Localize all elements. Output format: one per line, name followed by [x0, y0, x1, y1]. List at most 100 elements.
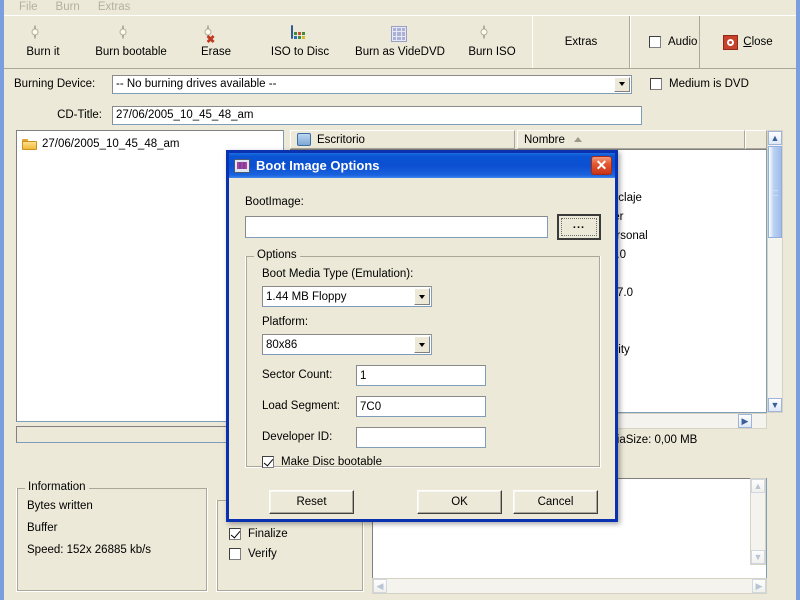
- make-bootable-label: Make Disc bootable: [281, 456, 382, 468]
- lower-list-horizontal-scrollbar[interactable]: ◀ ▶: [372, 578, 767, 594]
- sector-count-value: 1: [360, 369, 367, 382]
- toolbar-button-label: Burn it: [26, 46, 60, 58]
- developer-id-label: Developer ID:: [262, 431, 333, 443]
- boot-image-icon: [234, 158, 250, 173]
- scroll-down-button[interactable]: ▼: [768, 398, 782, 412]
- chevron-down-icon[interactable]: [414, 288, 430, 305]
- toolbar-button-erase[interactable]: ✖ Erase: [180, 16, 252, 68]
- scroll-left-button[interactable]: ◀: [373, 579, 387, 593]
- load-segment-label: Load Segment:: [262, 400, 341, 412]
- toolbar-button-label: Burn as VideDVD: [355, 46, 445, 58]
- checkbox-row-finalize[interactable]: Finalize: [229, 528, 338, 540]
- load-segment-input[interactable]: 7C0: [356, 396, 486, 417]
- cancel-button-label: Cancel: [537, 496, 574, 508]
- silver-disc-icon: [122, 25, 140, 44]
- toolbar-button-burn-iso[interactable]: Burn ISO: [452, 16, 532, 68]
- toolbar-button-label: ISO to Disc: [270, 46, 330, 58]
- scroll-thumb[interactable]: [768, 146, 782, 238]
- list-item[interactable]: ersonal: [605, 226, 765, 245]
- application-window: File Burn Extras Burn it Burn bootable ✖…: [0, 0, 800, 600]
- toolbar-button-burn-bootable[interactable]: Burn bootable: [82, 16, 180, 68]
- browser-column-header-nombre[interactable]: Nombre: [517, 130, 745, 149]
- scroll-right-button[interactable]: ▶: [752, 579, 766, 593]
- cancel-button[interactable]: Cancel: [513, 490, 598, 514]
- menu-item-extras[interactable]: Extras: [89, 0, 140, 15]
- boot-media-type-value: 1.44 MB Floppy: [266, 290, 347, 303]
- audio-checkbox-row[interactable]: Audio: [630, 16, 699, 68]
- browser-vertical-scrollbar[interactable]: ▲ ▼: [767, 130, 783, 413]
- list-item[interactable]: d: [605, 169, 765, 188]
- developer-id-input[interactable]: [356, 427, 486, 448]
- list-item[interactable]: r 7.0: [605, 283, 765, 302]
- dialog-close-button[interactable]: ✕: [591, 156, 612, 175]
- finalize-label: Finalize: [248, 528, 288, 540]
- erase-disc-icon: ✖: [206, 25, 225, 46]
- make-bootable-row[interactable]: Make Disc bootable: [262, 456, 382, 468]
- media-size-status: ediaSize: 0,00 MB: [604, 434, 698, 446]
- medium-is-dvd-checkbox[interactable]: [650, 78, 662, 90]
- verify-label: Verify: [248, 548, 277, 560]
- information-title: Information: [25, 481, 89, 493]
- scroll-up-button[interactable]: ▲: [751, 479, 765, 493]
- platform-label: Platform:: [262, 316, 309, 328]
- chevron-down-icon[interactable]: [614, 76, 630, 92]
- boot-image-input[interactable]: [245, 216, 548, 238]
- toolbar-button-burn-as-videdvd[interactable]: Burn as VideDVD: [348, 16, 452, 68]
- cd-title-input[interactable]: 27/06/2005_10_45_48_am: [112, 105, 642, 125]
- scroll-up-button[interactable]: ▲: [768, 131, 782, 145]
- menu-item-file[interactable]: File: [10, 0, 47, 15]
- toolbar-button-iso-to-disc[interactable]: ISO to Disc: [252, 16, 348, 68]
- audio-checkbox[interactable]: [649, 36, 661, 48]
- toolbar-button-label: Burn ISO: [468, 46, 516, 58]
- list-item[interactable]: [605, 264, 765, 283]
- browse-button[interactable]: ...: [557, 214, 601, 240]
- platform-value: 80x86: [266, 338, 298, 351]
- chevron-down-icon[interactable]: [414, 336, 430, 353]
- ok-button[interactable]: OK: [417, 490, 502, 514]
- toolbar-button-label: Erase: [200, 46, 232, 58]
- browser-path-bar[interactable]: Escritorio: [290, 130, 515, 149]
- make-bootable-checkbox[interactable]: [262, 456, 274, 468]
- medium-is-dvd-label: Medium is DVD: [669, 78, 749, 90]
- finalize-checkbox[interactable]: [229, 528, 241, 540]
- close-button[interactable]: Close: [699, 16, 796, 68]
- grid-icon: [391, 26, 409, 44]
- list-item[interactable]: s: [605, 150, 765, 169]
- list-item[interactable]: ter: [605, 207, 765, 226]
- platform-select[interactable]: 80x86: [262, 334, 432, 355]
- boot-image-label: BootImage:: [245, 196, 304, 208]
- burning-device-row: Burning Device: -- No burning drives ava…: [4, 74, 796, 94]
- cd-title-row: CD-Title: 27/06/2005_10_45_48_am: [4, 105, 796, 125]
- tree-item-label: 27/06/2005_10_45_48_am: [42, 137, 180, 150]
- burning-device-value: -- No burning drives available --: [116, 78, 277, 90]
- options-group-label: Options: [254, 249, 300, 261]
- burning-device-select[interactable]: -- No burning drives available --: [112, 74, 632, 94]
- sector-count-input[interactable]: 1: [356, 365, 486, 386]
- toolbar: Burn it Burn bootable ✖ Erase ISO to Dis…: [4, 15, 796, 69]
- desktop-icon: [297, 133, 311, 146]
- verify-checkbox[interactable]: [229, 548, 241, 560]
- scroll-right-button[interactable]: ▶: [738, 414, 752, 428]
- menu-item-burn[interactable]: Burn: [47, 0, 89, 15]
- reset-button[interactable]: Reset: [269, 490, 354, 514]
- browser-column-header-spare[interactable]: [745, 130, 767, 149]
- list-item[interactable]: ciclaje: [605, 188, 765, 207]
- information-line: Bytes written: [27, 500, 93, 512]
- dialog-titlebar[interactable]: Boot Image Options ✕: [229, 153, 615, 178]
- boot-image-options-dialog[interactable]: Boot Image Options ✕ BootImage: ... Opti…: [226, 150, 618, 522]
- lower-list-vertical-scrollbar[interactable]: ▲ ▼: [750, 478, 766, 565]
- audio-label: Audio: [668, 36, 698, 48]
- boot-media-type-select[interactable]: 1.44 MB Floppy: [262, 286, 432, 307]
- list-item[interactable]: [605, 302, 765, 321]
- scroll-down-button[interactable]: ▼: [751, 550, 765, 564]
- checkbox-row-verify[interactable]: Verify: [229, 548, 338, 560]
- list-item[interactable]: [605, 321, 765, 340]
- list-item[interactable]: 6.0: [605, 245, 765, 264]
- toolbar-button-extras[interactable]: Extras: [532, 16, 630, 68]
- folder-icon: [22, 138, 37, 150]
- toolbar-button-burn-it[interactable]: Burn it: [4, 16, 82, 68]
- list-item[interactable]: tility: [605, 340, 765, 359]
- information-groupbox: Information Bytes written Buffer Speed: …: [16, 481, 208, 592]
- sort-ascending-icon: [573, 137, 582, 142]
- toolbar-extras-label: Extras: [564, 36, 598, 48]
